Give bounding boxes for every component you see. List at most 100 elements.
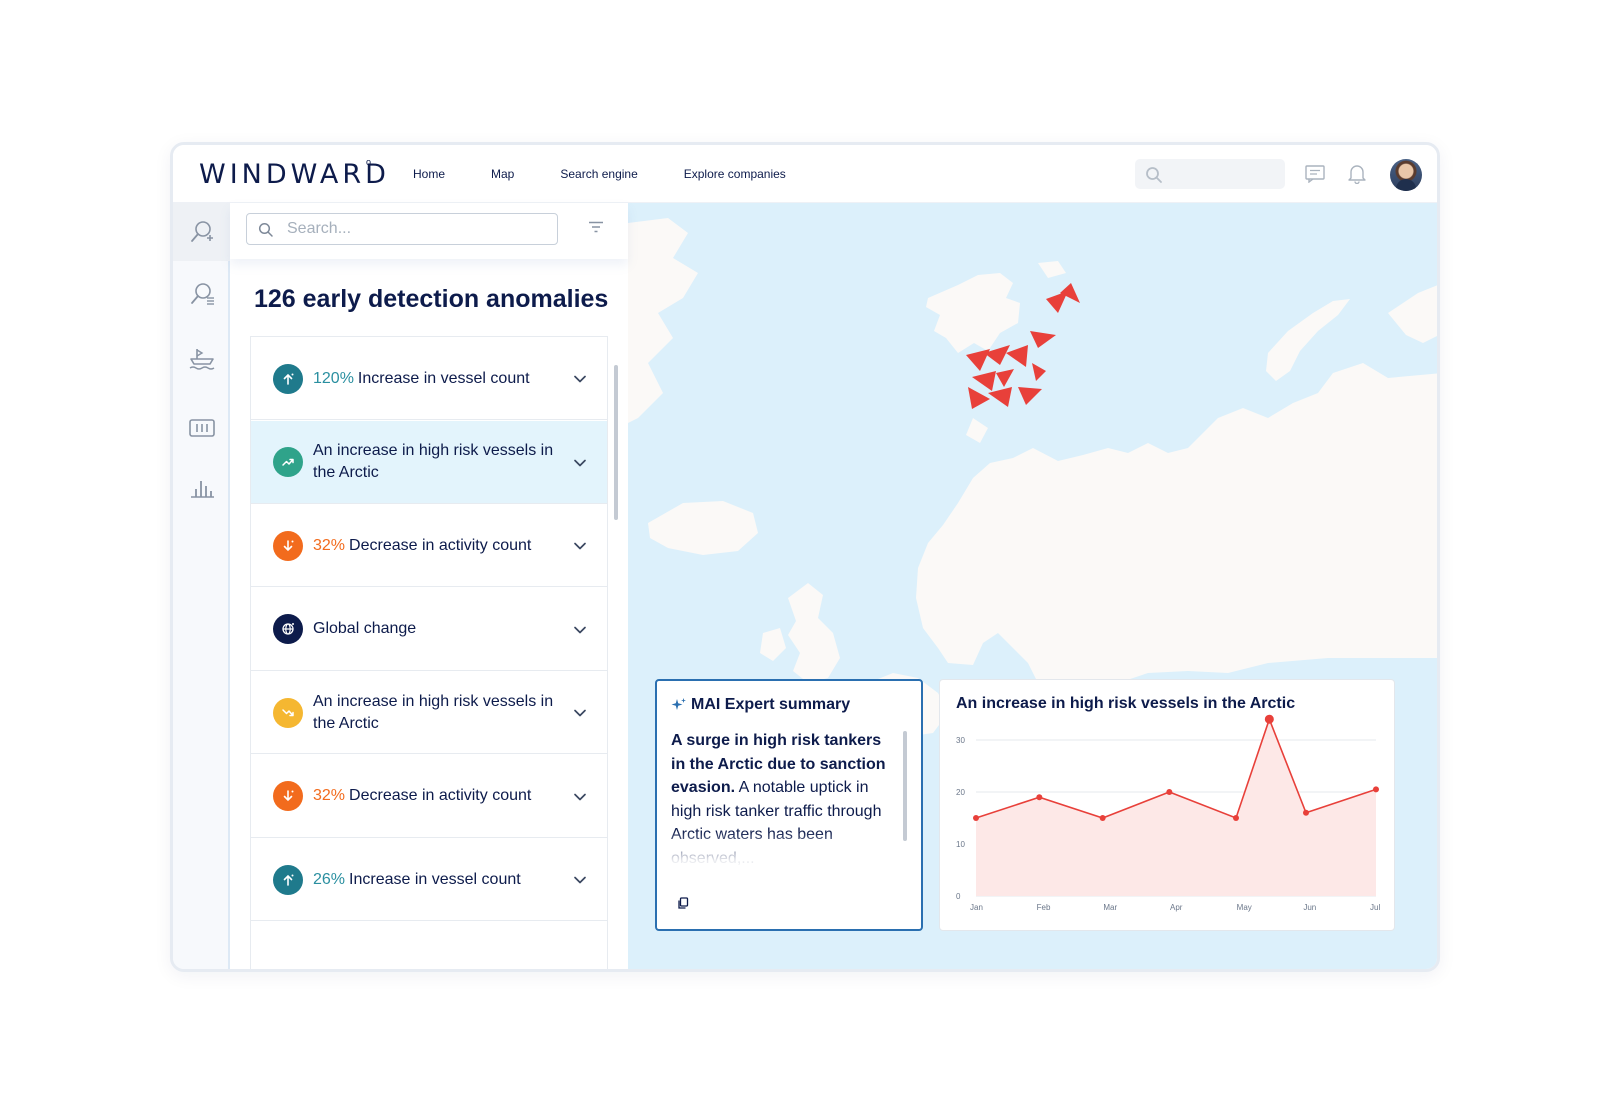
y-tick-label: 0: [956, 892, 961, 901]
list-scrollbar[interactable]: [614, 365, 618, 520]
vessel-marker: [972, 371, 996, 391]
search-icon: [258, 222, 273, 237]
copy-icon[interactable]: [677, 897, 689, 909]
page-title: 126 early detection anomalies: [254, 285, 609, 313]
chevron-down-icon[interactable]: [573, 541, 587, 551]
nav-search-engine[interactable]: Search engine: [560, 167, 637, 181]
chart-card: An increase in high risk vessels in the …: [939, 679, 1395, 931]
anomaly-row[interactable]: 32% Decrease in activity count: [251, 754, 607, 838]
rail-search-list[interactable]: [173, 265, 230, 323]
nav-explore-companies[interactable]: Explore companies: [684, 167, 786, 181]
land-britain: [788, 583, 840, 683]
anomaly-row[interactable]: 32% Decrease in activity count: [251, 504, 607, 587]
arrow-up-icon: [273, 363, 303, 394]
bar-chart-icon: [190, 481, 214, 498]
x-tick-label: Jan: [970, 903, 983, 912]
anomaly-text: Decrease in activity count: [349, 787, 532, 804]
anomaly-label: 120% Increase in vessel count: [313, 368, 563, 390]
filter-icon[interactable]: [588, 221, 604, 233]
anomaly-row[interactable]: An increase in high risk vessels in the …: [251, 671, 607, 754]
anomaly-label: 32% Decrease in activity count: [313, 535, 563, 557]
anomaly-row[interactable]: 26% Increase in vessel count: [251, 838, 607, 921]
chevron-down-icon[interactable]: [573, 792, 587, 802]
vessel-marker: [996, 369, 1014, 387]
columns-icon: [188, 419, 215, 437]
x-tick-label: Jul: [1370, 903, 1380, 912]
search-plus-icon: [190, 221, 213, 242]
y-tick-label: 10: [956, 840, 965, 849]
anomaly-search[interactable]: [246, 213, 558, 245]
x-tick-label: May: [1237, 903, 1252, 912]
vessel-marker: [1030, 331, 1056, 348]
chat-icon[interactable]: [1305, 165, 1325, 183]
data-point: [1373, 786, 1379, 793]
anomaly-row[interactable]: An increase in high risk vessels in the …: [251, 420, 607, 504]
rail-anomaly-search[interactable]: [173, 203, 230, 261]
side-rail: [173, 203, 230, 969]
anomaly-label: An increase in high risk vessels in the …: [313, 440, 563, 484]
rail-vessels[interactable]: [173, 329, 230, 387]
anomaly-text: Global change: [313, 620, 417, 637]
top-bar: WINDWARD o Home Map Search engine Explor…: [173, 145, 1437, 203]
vessel-marker: [968, 387, 990, 409]
land-svalbard: [926, 273, 1020, 353]
anomaly-label: Global change: [313, 618, 563, 640]
anomaly-label: 32% Decrease in activity count: [313, 785, 563, 807]
chevron-down-icon[interactable]: [573, 458, 587, 468]
land-masses: [628, 218, 1437, 738]
arrow-down-icon: [273, 530, 303, 561]
anomaly-percent: 32%: [313, 536, 346, 554]
data-point: [1233, 815, 1239, 821]
arrow-down-icon: [273, 781, 303, 811]
global-search[interactable]: [1135, 159, 1285, 189]
nav-map[interactable]: Map: [491, 167, 514, 181]
anomaly-row[interactable]: 120% Increase in vessel count: [251, 337, 607, 420]
logo: WINDWARD: [199, 159, 390, 190]
bell-icon[interactable]: [1348, 163, 1366, 184]
data-point: [1303, 809, 1309, 816]
land-scandinavia-russia: [916, 363, 1437, 708]
chevron-down-icon[interactable]: [573, 374, 587, 384]
trend-up-icon: [273, 447, 303, 477]
vessel-marker: [1018, 387, 1042, 405]
line-chart: 0 10 20 30 Jan Feb Mar Apr May Jun Jul: [956, 714, 1380, 912]
search-list-icon: [190, 283, 214, 305]
summary-scrollbar[interactable]: [903, 731, 907, 841]
rail-dashboard[interactable]: [173, 399, 230, 457]
anomaly-search-input[interactable]: [287, 219, 547, 239]
chevron-down-icon[interactable]: [573, 625, 587, 635]
chevron-down-icon[interactable]: [573, 708, 587, 718]
globe-icon: [273, 614, 303, 644]
x-tick-label: Jun: [1303, 903, 1316, 912]
data-point: [1264, 714, 1274, 724]
anomaly-list: 120% Increase in vessel count An increase …: [250, 336, 608, 969]
trend-down-icon: [273, 697, 303, 728]
user-avatar[interactable]: [1390, 159, 1422, 191]
logo-mark: o: [366, 157, 372, 167]
anomaly-text: An increase in high risk vessels in the …: [313, 692, 554, 732]
anomaly-label: An increase in high risk vessels in the …: [313, 691, 563, 735]
anomaly-text: Increase in vessel count: [349, 870, 521, 888]
vessel-marker: [1032, 363, 1046, 381]
land-novaya-zemlya: [1266, 299, 1350, 381]
land-iceland: [648, 501, 758, 555]
anomaly-text: Decrease in activity count: [349, 536, 532, 554]
x-tick-label: Mar: [1103, 903, 1117, 912]
data-point: [973, 815, 979, 821]
summary-fade: [667, 831, 897, 873]
chevron-down-icon[interactable]: [573, 875, 587, 885]
panel-header: [230, 203, 628, 259]
anomaly-row[interactable]: Global change: [251, 587, 607, 671]
nav-home[interactable]: Home: [413, 167, 445, 181]
rail-analytics[interactable]: [173, 459, 230, 517]
summary-title: MAI Expert summary: [691, 696, 851, 713]
vessel-marker: [1006, 345, 1028, 367]
ship-icon: [189, 349, 214, 370]
anomaly-percent: 26%: [313, 870, 346, 888]
x-tick-label: Feb: [1037, 903, 1051, 912]
y-tick-label: 30: [956, 736, 965, 745]
anomaly-label: 26% Increase in vessel count: [313, 869, 563, 891]
arrow-up-icon: [273, 864, 303, 895]
data-point: [1099, 815, 1106, 821]
sparkle-icon: [671, 698, 686, 710]
